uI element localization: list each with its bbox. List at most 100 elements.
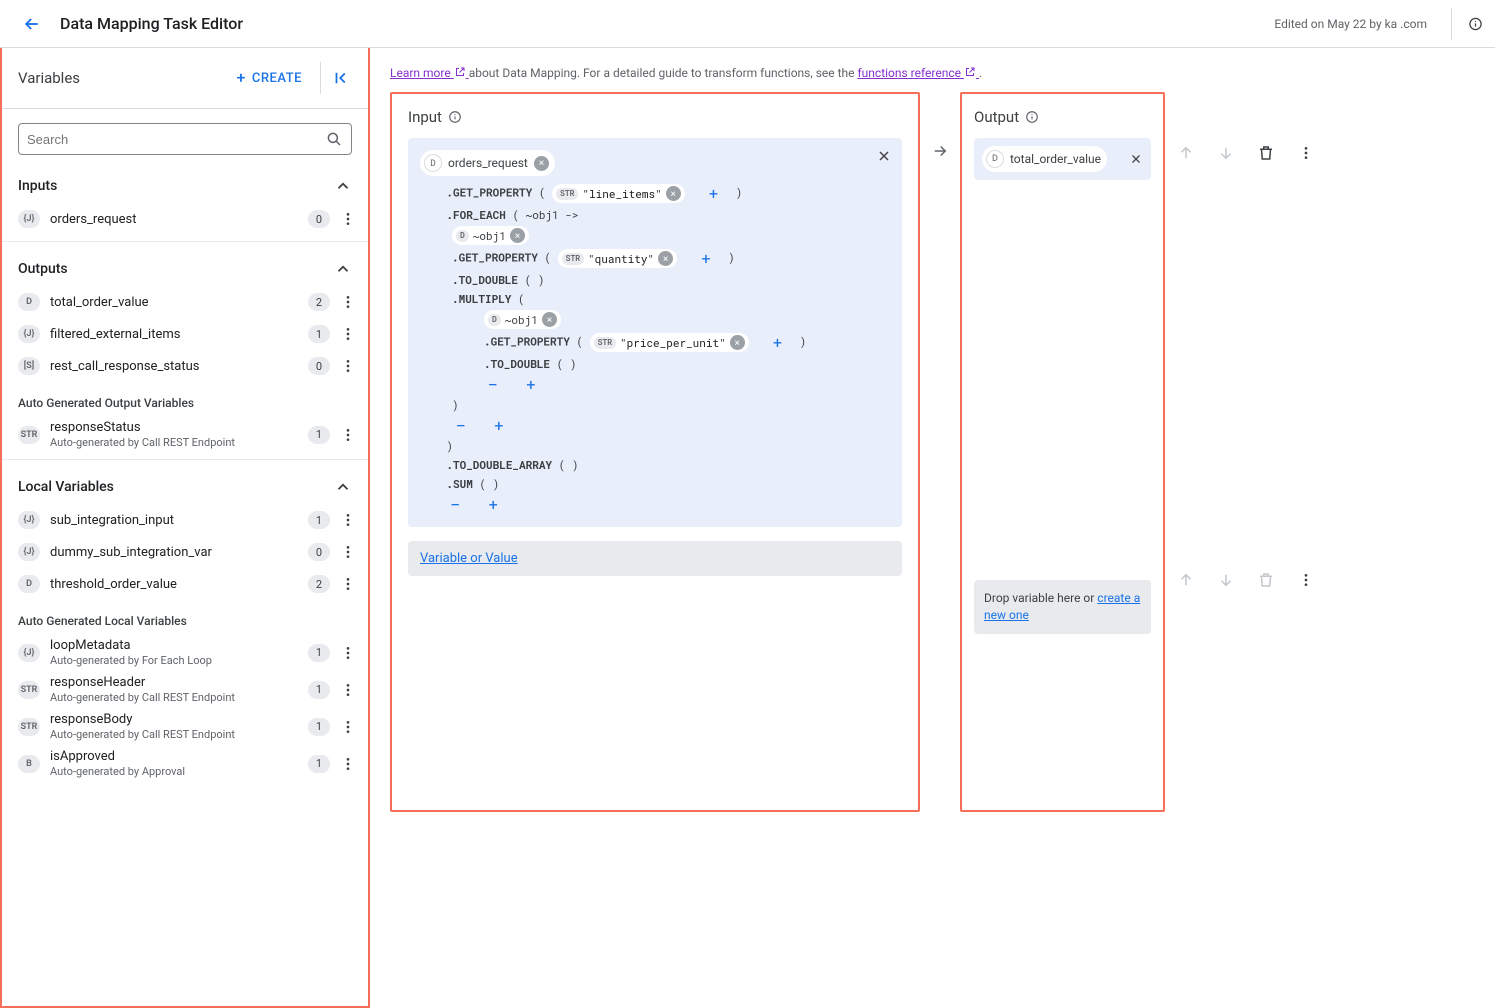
add-step-button[interactable]: +	[522, 375, 540, 393]
chip-label: orders_request	[448, 156, 528, 170]
variable-name: total_order_value	[50, 295, 308, 310]
row-more-button[interactable]	[1295, 569, 1317, 591]
output-drop-placeholder[interactable]: Drop variable here or create a new one	[974, 580, 1151, 634]
placeholder-text: Drop variable here or	[984, 591, 1097, 605]
functions-reference-link[interactable]: functions reference	[858, 66, 979, 80]
more-vert-icon	[340, 576, 356, 592]
more-options[interactable]	[336, 508, 360, 532]
string-arg[interactable]: STR "price_per_unit" ×	[590, 333, 749, 352]
variable-row[interactable]: B isApproved Auto-generated by Approval …	[2, 745, 368, 782]
learn-more-link[interactable]: Learn more	[390, 66, 469, 80]
variable-row[interactable]: STR responseBody Auto-generated by Call …	[2, 708, 368, 745]
move-up-button[interactable]	[1175, 569, 1197, 591]
variable-row[interactable]: {J} sub_integration_input 1	[2, 504, 368, 536]
root-variable-chip[interactable]: D orders_request ×	[420, 150, 555, 176]
more-options[interactable]	[336, 290, 360, 314]
remove-chip-button[interactable]: ×	[730, 335, 745, 350]
variable-row[interactable]: STR responseStatus Auto-generated by Cal…	[2, 416, 368, 453]
remove-chip-button[interactable]: ×	[510, 228, 525, 243]
more-options[interactable]	[336, 572, 360, 596]
move-down-button[interactable]	[1215, 142, 1237, 164]
variable-or-value-link[interactable]: Variable or Value	[420, 551, 518, 566]
type-badge: D	[18, 575, 40, 593]
close-icon	[1129, 152, 1143, 166]
variable-row[interactable]: {J} filtered_external_items 1	[2, 318, 368, 350]
string-arg[interactable]: STR "line_items" ×	[552, 184, 685, 203]
string-arg[interactable]: STR "quantity" ×	[558, 249, 677, 268]
more-vert-icon	[340, 427, 356, 443]
obj-label: ~obj1	[473, 228, 506, 243]
remove-chip-button[interactable]: ×	[534, 156, 549, 171]
more-options[interactable]	[336, 715, 360, 739]
add-arg-button[interactable]: +	[768, 334, 786, 352]
variable-row[interactable]: D total_order_value 2	[2, 286, 368, 318]
variable-row[interactable]: D threshold_order_value 2	[2, 568, 368, 600]
fn-to-double: .TO_DOUBLE	[484, 356, 550, 371]
output-panel-title: Output	[974, 108, 1151, 126]
mapping-row: Input D orders_request × .GET_PROPERTY (	[390, 92, 1475, 812]
mapping-editor: Learn more about Data Mapping. For a det…	[370, 48, 1495, 1008]
more-vert-icon	[340, 294, 356, 310]
more-vert-icon	[1298, 572, 1314, 588]
more-options[interactable]	[336, 641, 360, 665]
usage-count: 2	[308, 575, 330, 593]
remove-chip-button[interactable]: ×	[542, 312, 557, 327]
add-step-button[interactable]: +	[490, 416, 508, 434]
add-input-placeholder[interactable]: Variable or Value	[408, 541, 902, 576]
obj-ref[interactable]: D ~obj1 ×	[484, 310, 561, 329]
type-badge: [S]	[18, 357, 40, 375]
clear-output-button[interactable]	[1129, 152, 1143, 166]
section-inputs-header[interactable]: Inputs	[2, 165, 368, 203]
info-line: Learn more about Data Mapping. For a det…	[390, 66, 1475, 80]
move-down-button[interactable]	[1215, 569, 1237, 591]
remove-step-button[interactable]: −	[446, 495, 464, 513]
more-vert-icon	[340, 544, 356, 560]
variable-row[interactable]: STR responseHeader Auto-generated by Cal…	[2, 671, 368, 708]
usage-count: 2	[308, 293, 330, 311]
move-up-button[interactable]	[1175, 142, 1197, 164]
obj-ref[interactable]: D ~obj1 ×	[452, 226, 529, 245]
more-options[interactable]	[336, 752, 360, 776]
more-options[interactable]	[336, 322, 360, 346]
remove-chip-button[interactable]: ×	[658, 251, 673, 266]
more-options[interactable]	[336, 540, 360, 564]
remove-step-button[interactable]: −	[452, 416, 470, 434]
chevron-up-icon	[334, 260, 352, 278]
chevron-up-icon	[334, 478, 352, 496]
variable-row[interactable]: {J} dummy_sub_integration_var 0	[2, 536, 368, 568]
variable-name: orders_request	[50, 212, 308, 227]
add-arg-button[interactable]: +	[697, 250, 715, 268]
input-expression[interactable]: D orders_request × .GET_PROPERTY ( STR "…	[408, 138, 902, 527]
more-options[interactable]	[336, 207, 360, 231]
variable-subtext: Auto-generated by Call REST Endpoint	[50, 728, 308, 741]
remove-chip-button[interactable]: ×	[666, 186, 681, 201]
section-locals-header[interactable]: Local Variables	[2, 466, 368, 504]
row-more-button[interactable]	[1295, 142, 1317, 164]
variable-row[interactable]: [S] rest_call_response_status 0	[2, 350, 368, 382]
type-badge: STR	[18, 718, 40, 736]
create-variable-button[interactable]: + CREATE	[227, 64, 313, 92]
clear-input-button[interactable]	[876, 148, 892, 164]
remove-step-button[interactable]: −	[484, 375, 502, 393]
more-options[interactable]	[336, 423, 360, 447]
page-title: Data Mapping Task Editor	[60, 14, 243, 33]
type-badge: STR	[18, 681, 40, 699]
variable-row[interactable]: {J} orders_request 0	[2, 203, 368, 235]
more-options[interactable]	[336, 354, 360, 378]
search-variables[interactable]	[18, 123, 352, 155]
output-variable-chip[interactable]: D total_order_value	[982, 146, 1107, 172]
section-title: Local Variables	[18, 479, 334, 495]
collapse-sidebar-button[interactable]	[320, 62, 352, 94]
variable-row[interactable]: {J} loopMetadata Auto-generated by For E…	[2, 634, 368, 671]
back-button[interactable]	[12, 4, 52, 44]
info-button[interactable]	[1451, 8, 1483, 40]
delete-row-button[interactable]	[1255, 142, 1277, 164]
more-options[interactable]	[336, 678, 360, 702]
add-step-button[interactable]: +	[484, 495, 502, 513]
search-input[interactable]	[27, 132, 325, 147]
info-text: about Data Mapping. For a detailed guide…	[469, 66, 858, 80]
delete-row-button[interactable]	[1255, 569, 1277, 591]
output-variable-box[interactable]: D total_order_value	[974, 138, 1151, 180]
add-arg-button[interactable]: +	[704, 185, 722, 203]
section-outputs-header[interactable]: Outputs	[2, 248, 368, 286]
